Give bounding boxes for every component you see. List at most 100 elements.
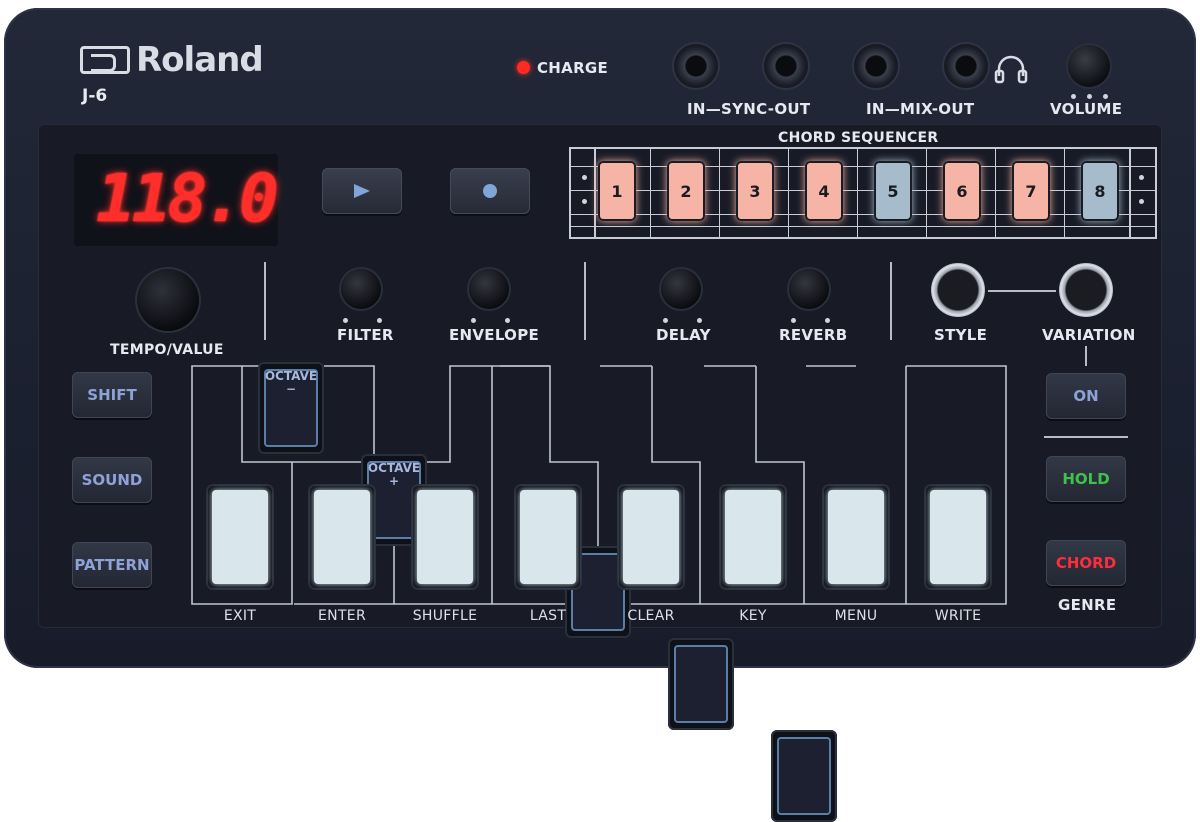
chord-button[interactable]: CHORD (1046, 540, 1126, 586)
knob-dot (505, 318, 510, 323)
octave-down-button[interactable]: OCTAVE − (258, 362, 324, 454)
knob-link-line (988, 290, 1056, 292)
black-key-pad-face (674, 645, 728, 723)
tempo-value-knob[interactable] (137, 269, 199, 331)
record-button[interactable] (450, 168, 530, 214)
octave-down-label: OCTAVE − (258, 370, 324, 396)
record-icon (483, 184, 497, 198)
model-name: J-6 (82, 86, 108, 106)
sequencer-step-3[interactable]: 3 (736, 161, 774, 221)
genre-label: GENRE (1058, 596, 1117, 614)
key-label: ENTER (318, 608, 366, 624)
variation-knob[interactable] (1059, 263, 1113, 317)
sequencer-step-2[interactable]: 2 (667, 161, 705, 221)
knob-dot (791, 318, 796, 323)
key-pad-face (314, 490, 370, 584)
filter-label: FILTER (337, 326, 394, 344)
knob-dot (663, 318, 668, 323)
mix-out-jack[interactable] (944, 44, 988, 88)
sequencer-bar-line (594, 149, 596, 237)
knob-dot (377, 318, 382, 323)
section-divider (584, 262, 586, 340)
envelope-knob[interactable] (469, 269, 509, 309)
key-pad-face (520, 490, 576, 584)
black-key-pad[interactable] (771, 730, 837, 822)
shift-button[interactable]: SHIFT (72, 372, 152, 418)
key-pad-key[interactable] (719, 484, 787, 590)
section-divider (264, 262, 266, 340)
mix-in-jack[interactable] (854, 44, 898, 88)
plus-sign: + (388, 474, 400, 488)
knob-dot (697, 318, 702, 323)
sequencer-step-label: 2 (680, 181, 692, 201)
style-knob[interactable] (931, 263, 985, 317)
reverb-knob[interactable] (789, 269, 829, 309)
key-pad-shuffle[interactable] (411, 484, 479, 590)
sequencer-step-label: 7 (1025, 181, 1037, 201)
filter-knob[interactable] (341, 269, 381, 309)
minus-sign: − (285, 382, 297, 396)
key-pad-face (828, 490, 884, 584)
on-button[interactable]: ON (1046, 373, 1126, 419)
black-key-pad[interactable] (668, 638, 734, 730)
delay-label: DELAY (656, 326, 711, 344)
play-icon (354, 184, 370, 198)
sync-in-jack[interactable] (674, 44, 718, 88)
reverb-label: REVERB (779, 326, 848, 344)
chord-label: CHORD (1055, 554, 1117, 572)
key-pad-enter[interactable] (308, 484, 376, 590)
sequencer-bar-line (1064, 149, 1065, 237)
key-pad-exit[interactable] (206, 484, 274, 590)
sequencer-step-1[interactable]: 1 (598, 161, 636, 221)
sequencer-step-label: 1 (611, 181, 623, 201)
sequencer-step-6[interactable]: 6 (943, 161, 981, 221)
volume-dot (1087, 94, 1092, 99)
volume-dot (1071, 94, 1076, 99)
delay-knob[interactable] (661, 269, 701, 309)
sequencer-bar-line (788, 149, 789, 237)
volume-knob[interactable] (1068, 45, 1110, 87)
sequencer-step-label: 6 (956, 181, 968, 201)
repeat-dot (1139, 199, 1144, 204)
sequencer-bar-line (857, 149, 858, 237)
key-label: MENU (834, 608, 878, 624)
sequencer-step-8[interactable]: 8 (1081, 161, 1119, 221)
sequencer-step-7[interactable]: 7 (1012, 161, 1050, 221)
key-pad-face (623, 490, 679, 584)
knob-dot (343, 318, 348, 323)
volume-dot (1103, 94, 1108, 99)
variation-label: VARIATION (1042, 326, 1136, 344)
sequencer-staff-line (571, 214, 1155, 215)
pattern-button[interactable]: PATTERN (72, 542, 152, 588)
sequencer-bar-line (926, 149, 927, 237)
key-pad-face (212, 490, 268, 584)
tempo-readout: 118.0 (96, 160, 279, 237)
key-label: LAST (529, 608, 567, 624)
sound-button[interactable]: SOUND (72, 457, 152, 503)
sequencer-step-label: 5 (887, 181, 899, 201)
tempo-value-label: TEMPO/VALUE (110, 342, 224, 358)
repeat-dot (1139, 175, 1144, 180)
key-pad-menu[interactable] (822, 484, 890, 590)
shift-label: SHIFT (87, 386, 137, 404)
key-pad-write[interactable] (924, 484, 992, 590)
sequencer-bar-line (650, 149, 651, 237)
volume-label: VOLUME (1050, 100, 1123, 118)
key-label: KEY (739, 608, 767, 624)
sequencer-bar-line (1129, 149, 1131, 237)
button-divider (1044, 436, 1128, 438)
play-button[interactable] (322, 168, 402, 214)
hold-label: HOLD (1062, 470, 1110, 488)
sequencer-staff-line (571, 166, 1155, 167)
sequencer-step-4[interactable]: 4 (805, 161, 843, 221)
key-pad-last[interactable] (514, 484, 582, 590)
on-label: ON (1073, 387, 1099, 405)
sequencer-step-5[interactable]: 5 (874, 161, 912, 221)
key-pad-clear[interactable] (617, 484, 685, 590)
octave-word: OCTAVE (367, 461, 421, 475)
sound-label: SOUND (81, 471, 143, 489)
knob-dot (825, 318, 830, 323)
sync-out-jack[interactable] (764, 44, 808, 88)
hold-button[interactable]: HOLD (1046, 456, 1126, 502)
pattern-label: PATTERN (74, 556, 150, 574)
